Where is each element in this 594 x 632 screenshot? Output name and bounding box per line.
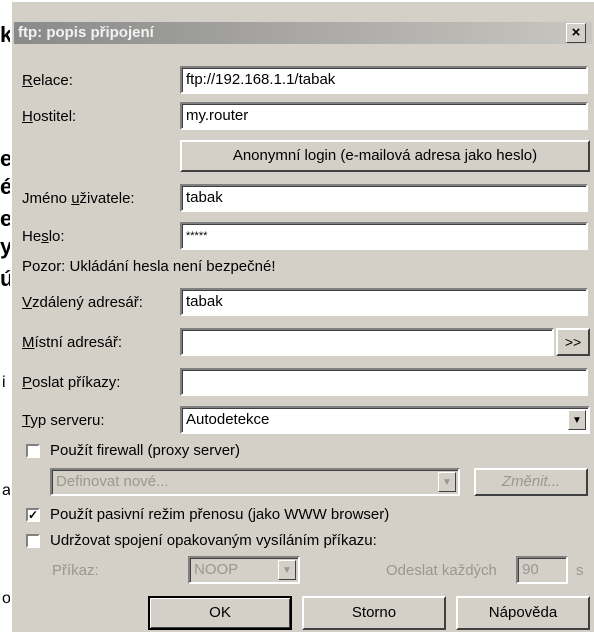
- chevron-down-icon[interactable]: ▼: [278, 560, 296, 580]
- prikaz-value: NOOP: [194, 561, 239, 578]
- keepalive-label: Udržovat spojení opakovaným vysíláním př…: [50, 532, 377, 549]
- anonymous-login-button[interactable]: Anonymní login (e-mailová adresa jako he…: [180, 140, 590, 172]
- prikaz-select[interactable]: NOOP ▼: [188, 556, 300, 584]
- hostitel-label: Hostitel:: [22, 108, 77, 125]
- prikaz-label: Příkaz:: [52, 562, 99, 579]
- background-text-fragment: i: [2, 374, 6, 391]
- hostitel-input[interactable]: my.router: [180, 102, 588, 130]
- interval-input[interactable]: 90: [516, 556, 568, 584]
- password-warning: Pozor: Ukládání hesla není bezpečné!: [22, 258, 276, 275]
- poslat-label: Poslat příkazy:: [22, 374, 121, 391]
- dialog-title: ftp: popis připojení: [18, 24, 154, 41]
- relace-input[interactable]: ftp://192.168.1.1/tabak: [180, 66, 588, 94]
- relace-label: Relace:: [22, 72, 73, 89]
- change-button[interactable]: Změnit...: [474, 468, 588, 496]
- typ-label: Typ serveru:: [22, 412, 105, 429]
- server-type-value: Autodetekce: [186, 411, 270, 428]
- vzdaleny-label: Vzdálený adresář:: [22, 294, 143, 311]
- poslat-input[interactable]: [180, 368, 588, 396]
- jmeno-label: Jméno uživatele:: [22, 190, 135, 207]
- heslo-label: Heslo:: [22, 228, 65, 245]
- close-button[interactable]: ×: [566, 23, 586, 43]
- check-icon: ✓: [28, 508, 39, 522]
- dialog-titlebar[interactable]: ftp: popis připojení ×: [14, 22, 592, 44]
- mistni-input[interactable]: [180, 328, 554, 356]
- passive-mode-checkbox[interactable]: ✓: [26, 508, 40, 522]
- passive-mode-label: Použít pasivní režim přenosu (jako WWW b…: [50, 506, 390, 523]
- firewall-label: Použít firewall (proxy server): [50, 442, 241, 459]
- chevron-down-icon[interactable]: ▼: [568, 410, 586, 430]
- ftp-connection-dialog: ftp: popis připojení × Relace: ftp://192…: [10, 0, 594, 632]
- interval-unit: s: [576, 562, 584, 579]
- storno-button[interactable]: Storno: [302, 596, 446, 630]
- help-button[interactable]: Nápověda: [456, 596, 590, 630]
- server-type-select[interactable]: Autodetekce ▼: [180, 406, 590, 434]
- keepalive-checkbox[interactable]: [26, 534, 40, 548]
- interval-label: Odeslat každých: [386, 562, 497, 579]
- chevron-down-icon[interactable]: ▼: [438, 472, 456, 492]
- mistni-label: Místní adresář:: [22, 334, 123, 351]
- ok-button[interactable]: OK: [148, 596, 292, 630]
- heslo-input[interactable]: *****: [180, 222, 588, 250]
- firewall-select[interactable]: Definovat nové... ▼: [50, 468, 460, 496]
- firewall-select-value: Definovat nové...: [56, 473, 169, 490]
- vzdaleny-input[interactable]: tabak: [180, 288, 588, 316]
- jmeno-input[interactable]: tabak: [180, 184, 588, 212]
- firewall-checkbox[interactable]: [26, 444, 40, 458]
- browse-button[interactable]: >>: [556, 328, 590, 356]
